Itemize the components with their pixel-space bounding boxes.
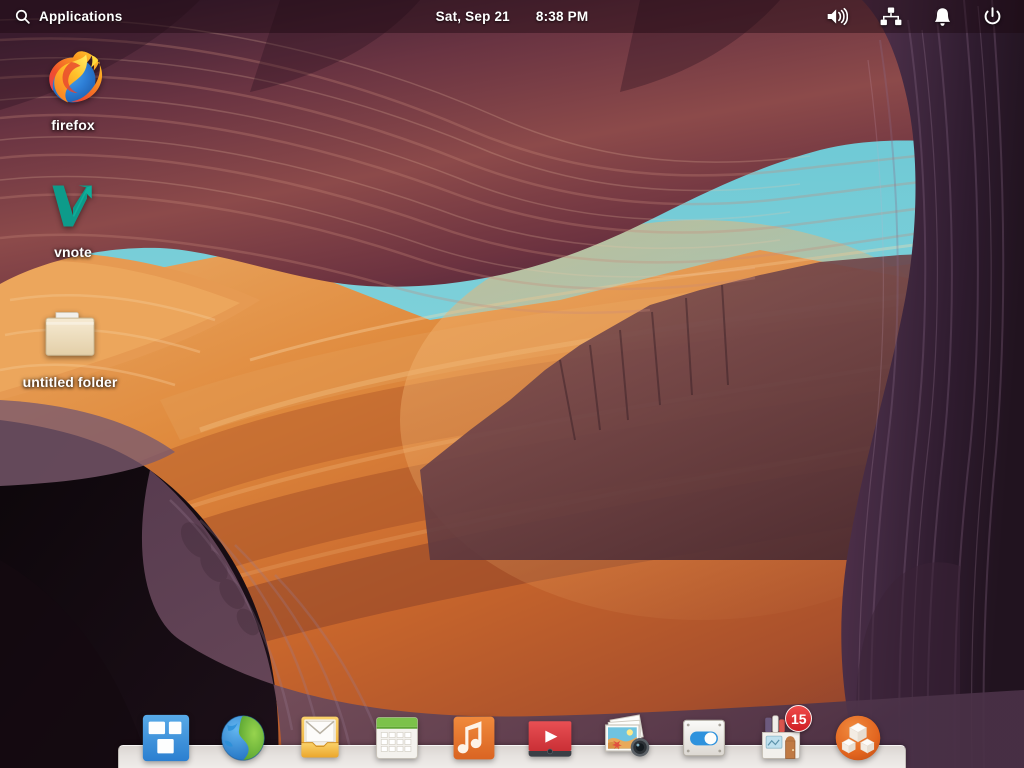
- search-icon[interactable]: [14, 8, 31, 25]
- desktop-wallpaper: [0, 0, 1024, 768]
- panel-date: Sat, Sep 21: [436, 9, 510, 24]
- dock-item-videos[interactable]: [523, 710, 578, 765]
- desktop-icon-firefox[interactable]: firefox: [8, 48, 138, 133]
- volume-icon[interactable]: [826, 7, 848, 26]
- dock-item-web-browser[interactable]: [216, 710, 271, 765]
- notifications-bell-icon[interactable]: [934, 7, 951, 27]
- dock-item-app-center[interactable]: 15: [753, 710, 808, 765]
- dock-item-applications-menu[interactable]: [139, 710, 194, 765]
- top-panel: Applications Sat, Sep 21 8:38 PM: [0, 0, 1024, 33]
- dock-item-package-manager[interactable]: [830, 710, 885, 765]
- vnote-icon: [42, 175, 104, 237]
- dock-item-mail[interactable]: [292, 710, 347, 765]
- power-icon[interactable]: [983, 7, 1002, 26]
- dock-item-system-settings[interactable]: [676, 710, 731, 765]
- dock-item-photos[interactable]: [600, 710, 655, 765]
- folder-icon: [39, 305, 101, 367]
- desktop-icon-label: vnote: [54, 244, 92, 260]
- dock-items: 15: [118, 695, 906, 765]
- panel-tray: [826, 0, 1024, 33]
- desktop-icon-vnote[interactable]: vnote: [8, 175, 138, 260]
- desktop-icon-label: untitled folder: [23, 374, 118, 390]
- dock-item-calendar[interactable]: [369, 710, 424, 765]
- firefox-icon: [42, 48, 104, 110]
- desktop-icon-label: firefox: [51, 117, 95, 133]
- app-center-badge: 15: [785, 705, 812, 732]
- panel-time: 8:38 PM: [536, 9, 588, 24]
- network-icon[interactable]: [880, 7, 902, 26]
- dock-item-music[interactable]: [446, 710, 501, 765]
- desktop-icon-untitled-folder[interactable]: untitled folder: [5, 305, 135, 390]
- applications-menu-label[interactable]: Applications: [39, 9, 122, 24]
